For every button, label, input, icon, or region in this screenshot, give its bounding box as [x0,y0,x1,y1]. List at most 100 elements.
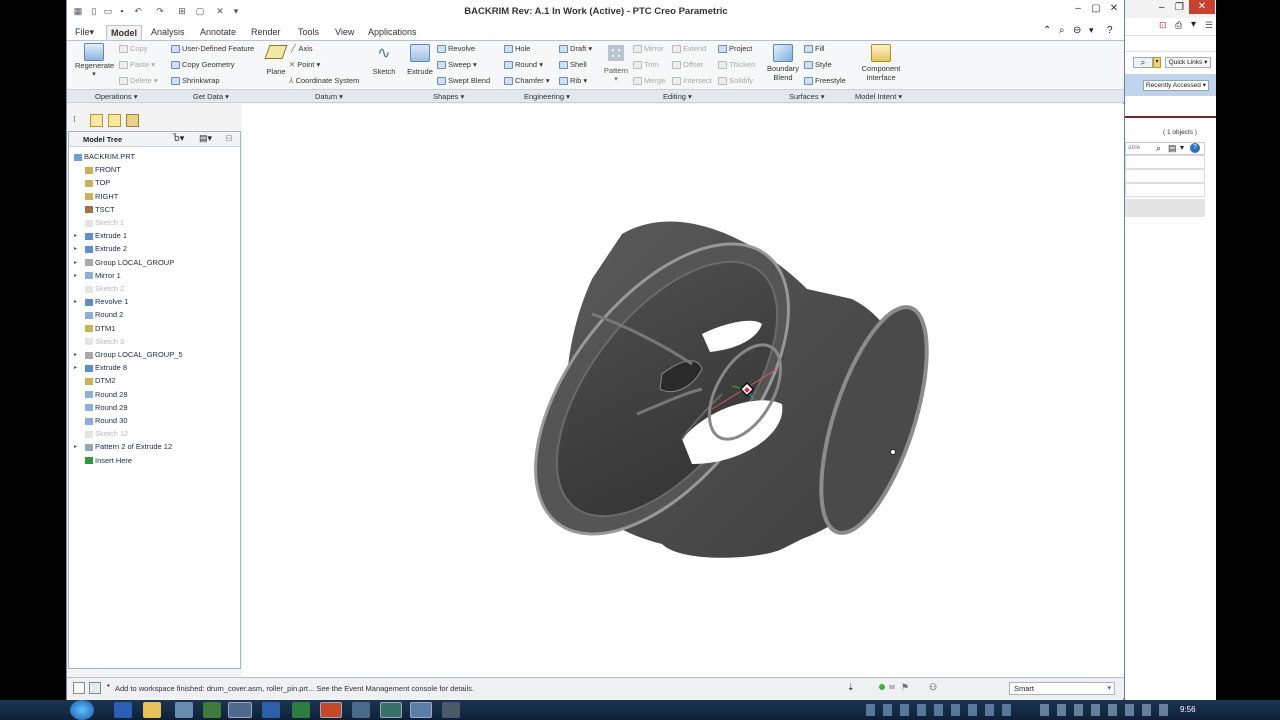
group-engineering[interactable]: Engineering ▾ [524,92,570,101]
taskbar-app-icon[interactable] [203,702,221,718]
table-row[interactable] [1125,169,1205,183]
maximize-button[interactable]: ▢ [1087,2,1105,16]
search-icon[interactable]: ⌕ [1133,57,1153,68]
group-datum[interactable]: Datum ▾ [315,92,343,101]
tree-item[interactable]: ▸ Extrude 1 [74,231,127,244]
tab-annotate[interactable]: Annotate [196,25,240,40]
user-defined-feature-button[interactable]: User-Defined Feature [171,44,254,54]
sweep-button[interactable]: Sweep ▾ [437,60,477,70]
pattern-button[interactable]: Pattern ▾ [601,45,631,83]
print-icon[interactable]: ⎙ [1175,20,1182,31]
minimize-ribbon-icon[interactable]: ⌃ [1043,25,1051,36]
merge-button[interactable]: Merge [633,76,665,86]
tree-item[interactable]: ▸ Pattern 2 of Extrude 12 [74,442,172,455]
selection-filter-icon[interactable]: ⚇ [929,682,937,693]
layers-icon[interactable] [126,114,139,127]
chrome-icon[interactable] [228,702,252,718]
table-search-input[interactable]: able [1128,144,1140,151]
tree-item[interactable]: ▸ Extrude 8 [74,363,127,376]
tree-filter-icon[interactable]: ⊟ [225,133,233,144]
mirror-button[interactable]: Mirror [633,44,664,54]
group-operations[interactable]: Operations ▾ [95,92,138,101]
tree-item[interactable]: Insert Here [85,456,132,469]
tree-item[interactable]: Round 29 [85,403,128,416]
browser-minimize-button[interactable]: – [1159,2,1165,13]
help-icon[interactable]: ? [1107,25,1113,36]
tree-item[interactable]: Sketch 12 [85,429,128,442]
tree-show-icon[interactable]: ▤▾ [199,133,212,144]
tree-item[interactable]: Sketch 3 [85,337,124,350]
dropdown-icon[interactable]: ▾ [1191,19,1196,30]
tree-item[interactable]: TOP [85,178,110,191]
flag-icon[interactable]: ⚑ [901,682,909,693]
expand-arrow-icon[interactable]: ▸ [74,272,77,279]
swept-blend-button[interactable]: Swept Blend [437,76,490,86]
shell-button[interactable]: Shell [559,60,587,70]
group-model-intent[interactable]: Model Intent ▾ [855,92,902,101]
coordinate-system-button[interactable]: ⅄ Coordinate System [289,76,359,85]
regenerate-dropdown-icon[interactable]: ▾ [75,70,113,78]
plane-button[interactable]: Plane [262,45,290,76]
tab-file[interactable]: File▾ [71,25,98,40]
settings-icon[interactable]: ⊖ [1073,25,1081,36]
selection-filter-dropdown[interactable]: Smart ▾ [1009,682,1115,695]
revolve-button[interactable]: Revolve [437,44,475,54]
expand-arrow-icon[interactable]: ▸ [74,443,77,450]
expand-arrow-icon[interactable]: ▸ [74,245,77,252]
extrude-button[interactable]: Extrude [405,44,435,76]
system-tray-icons[interactable] [866,704,1016,716]
style-button[interactable]: Style [804,60,832,70]
expand-arrow-icon[interactable]: ▸ [74,298,77,305]
dropdown-icon[interactable]: ▾ [1089,25,1094,36]
delete-button[interactable]: Delete ▾ [119,76,158,86]
draft-button[interactable]: Draft ▾ [559,44,592,54]
tree-item[interactable]: Sketch 2 [85,284,124,297]
show-navigator-icon[interactable] [73,682,85,694]
tree-item[interactable]: Round 28 [85,390,128,403]
hole-button[interactable]: Hole [504,44,530,54]
solidify-button[interactable]: Solidify [718,76,753,86]
tree-settings-icon[interactable]: Ⴆ▾ [173,133,184,144]
group-editing[interactable]: Editing ▾ [663,92,692,101]
creo-icon[interactable] [380,702,402,718]
expand-arrow-icon[interactable]: ▸ [74,259,77,266]
recently-accessed-button[interactable]: Recently Accessed ▾ [1143,80,1209,91]
folder-browser-icon[interactable] [90,114,103,127]
tab-tools[interactable]: Tools [294,25,323,40]
tree-item[interactable]: Round 2 [85,310,123,323]
tree-item[interactable]: Round 30 [85,416,128,429]
browser-toggle-icon[interactable] [89,682,101,694]
tree-item[interactable]: DTM2 [85,376,115,389]
powerpoint-icon[interactable] [320,702,342,718]
favorites-icon[interactable] [108,114,121,127]
taskbar-app-icon[interactable] [175,702,193,718]
tab-analysis[interactable]: Analysis [147,25,189,40]
trim-button[interactable]: Trim [633,60,659,70]
rib-button[interactable]: Rib ▾ [559,76,587,86]
taskbar-app-icon[interactable] [114,702,132,718]
copy-button[interactable]: Copy [119,44,148,54]
start-button[interactable] [70,700,94,720]
extend-button[interactable]: Extend [672,44,706,54]
tree-item[interactable]: BACKRIM.PRT [74,152,135,165]
expand-arrow-icon[interactable]: ▸ [74,232,77,239]
quick-links-button[interactable]: Quick Links ▾ [1165,57,1211,68]
chevron-down-icon[interactable]: ▾ [1180,143,1184,152]
minimize-button[interactable]: – [1069,2,1087,16]
regen-status-icon[interactable]: ⇣ [847,682,855,693]
tools-icon[interactable]: ☰ [1205,20,1213,31]
search-icon[interactable]: ⌕ [1156,143,1161,154]
close-button[interactable]: ✕ [1105,2,1123,16]
shrinkwrap-button[interactable]: Shrinkwrap [171,76,220,86]
explorer-icon[interactable] [143,702,161,718]
tree-item[interactable]: ▸ Mirror 1 [74,271,121,284]
table-row[interactable] [1125,183,1205,197]
axis-button[interactable]: ╱ Axis [291,44,313,53]
tree-item[interactable]: Sketch 1 [85,218,124,231]
tab-render[interactable]: Render [247,25,285,40]
thicken-button[interactable]: Thicken [718,60,755,70]
expand-arrow-icon[interactable]: ▸ [74,364,77,371]
excel-icon[interactable] [292,702,310,718]
regenerate-button[interactable]: Regenerate ▾ [75,43,114,78]
freestyle-button[interactable]: Freestyle [804,76,846,86]
